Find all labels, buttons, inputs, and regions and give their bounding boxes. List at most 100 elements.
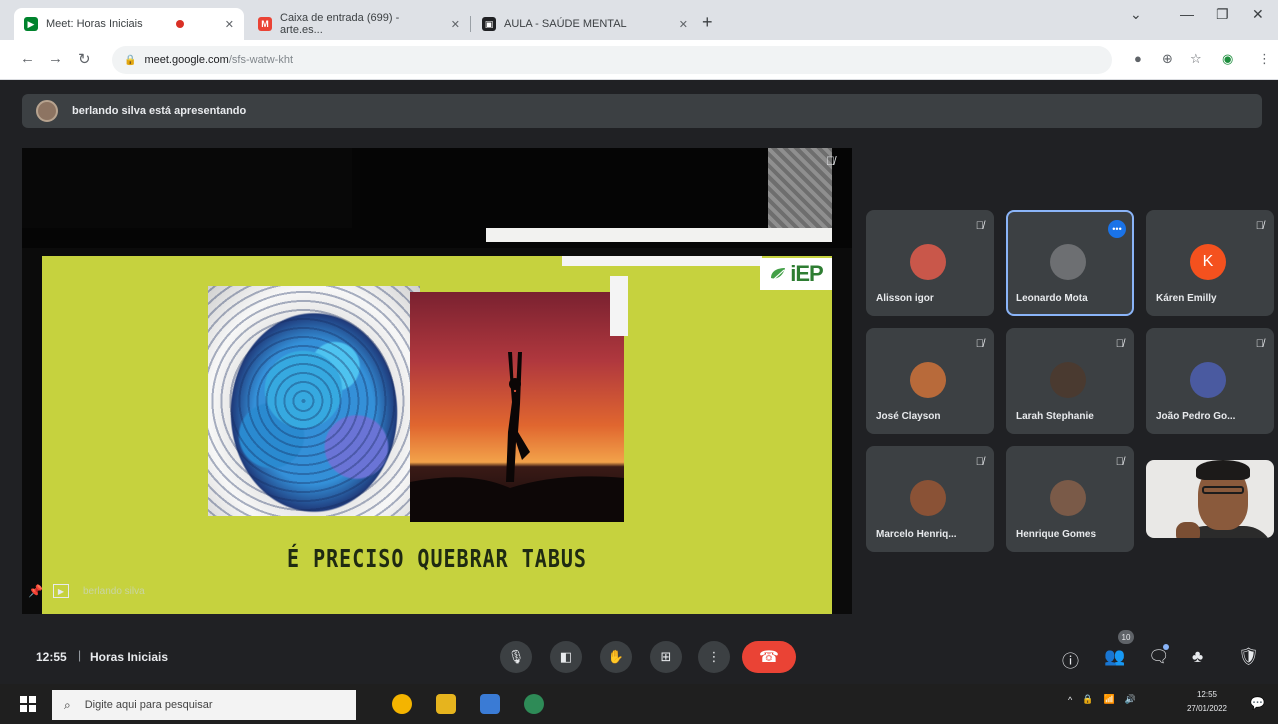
store-app-icon[interactable] <box>480 694 500 714</box>
mic-muted-icon: 🎙̸ <box>1255 220 1264 232</box>
address-bar[interactable]: 🔒 meet.google.com/sfs-watw-kht <box>112 46 1112 74</box>
close-window-icon[interactable]: ✕ <box>1252 6 1264 23</box>
raise-hand-icon: ✋ <box>607 649 625 664</box>
close-tab-icon[interactable]: ✕ <box>217 18 234 31</box>
iep-logo: iEP <box>760 258 832 290</box>
taskbar-clock[interactable]: 12:55 27/01/2022 <box>1176 688 1238 716</box>
taskbar-clock-time: 12:55 <box>1196 690 1218 699</box>
close-tab-icon[interactable]: ✕ <box>443 18 460 31</box>
raise-hand-button[interactable]: ✋ <box>600 641 632 673</box>
present-now-button[interactable]: ⊞ <box>650 641 682 673</box>
restore-icon[interactable]: ❐ <box>1216 6 1229 23</box>
taskbar-clock-date: 27/01/2022 <box>1186 704 1228 713</box>
meeting-name: Horas Iniciais <box>90 650 169 664</box>
participant-name: Larah Stephanie <box>1016 411 1094 422</box>
tab-title: AULA - SAÚDE MENTAL <box>504 18 627 30</box>
back-arrow-icon[interactable]: ← <box>20 50 35 67</box>
bookmark-star-icon[interactable]: ☆ <box>1190 51 1202 67</box>
windows-taskbar: ⌕ Digite aqui para pesquisar ^ 🔒 📶 🔊 12:… <box>0 684 1278 724</box>
gears-head-image <box>208 286 420 516</box>
participant-name: Marcelo Henriq... <box>876 529 957 540</box>
chrome-app-icon[interactable] <box>392 694 412 714</box>
tab-search-chevron-icon[interactable]: ⌄ <box>1130 6 1142 23</box>
tab-gmail[interactable]: M Caixa de entrada (699) - arte.es... ✕ <box>248 8 470 40</box>
tray-volume-icon[interactable]: 🔊 <box>1125 694 1136 705</box>
reload-icon[interactable]: ↻ <box>78 50 91 68</box>
slide: iEP É PRECISO QUEBRAR TABUS <box>42 256 832 614</box>
tab-classroom[interactable]: ▣ AULA - SAÚDE MENTAL ✕ <box>472 8 698 40</box>
participant-tile[interactable]: 🎙̸ João Pedro Go... <box>1146 328 1274 434</box>
participant-tile[interactable]: ••• Leonardo Mota <box>1006 210 1134 316</box>
more-options-button[interactable]: ⋮ <box>698 641 730 673</box>
meet-favicon-icon: ▶ <box>24 17 38 31</box>
taskbar-search-placeholder: Digite aqui para pesquisar <box>84 699 213 711</box>
people-count-badge: 10 <box>1118 630 1134 644</box>
presenter-tag: 📌 ▶ berlando silva <box>28 584 145 598</box>
notifications-icon[interactable]: 💬 <box>1250 696 1265 710</box>
tab-meet[interactable]: ▶ Meet: Horas Iniciais ✕ <box>14 8 244 40</box>
system-tray: ^ 🔒 📶 🔊 <box>1068 694 1146 705</box>
install-app-icon[interactable]: ⊕ <box>1162 51 1173 67</box>
avatar <box>910 244 946 280</box>
speaking-indicator-icon: ••• <box>1108 220 1126 238</box>
profile-avatar-icon[interactable]: ◉ <box>1222 51 1233 67</box>
presenter-banner: berlando silva está apresentando <box>22 94 1262 128</box>
minimize-icon[interactable]: — <box>1180 6 1194 22</box>
participant-tile[interactable]: 🎙̸ Larah Stephanie <box>1006 328 1134 434</box>
participant-name: Káren Emilly <box>1156 293 1217 304</box>
participant-name: João Pedro Go... <box>1156 411 1236 422</box>
avatar <box>910 362 946 398</box>
microphone-icon: 🎙 <box>507 649 525 664</box>
tab-title: Caixa de entrada (699) - arte.es... <box>280 12 400 36</box>
slide-torn-paper <box>486 228 832 242</box>
slide-torn-edge <box>610 276 628 336</box>
avatar <box>1050 362 1086 398</box>
close-tab-icon[interactable]: ✕ <box>671 18 688 31</box>
meeting-details-icon[interactable]: ⓘ <box>1062 647 1079 672</box>
camera-button[interactable]: ◧ <box>550 641 582 673</box>
avatar <box>1050 480 1086 516</box>
people-icon[interactable]: 👥 <box>1104 647 1125 667</box>
participant-tile[interactable]: 🎙̸ Marcelo Henriq... <box>866 446 994 552</box>
camera-person-hair <box>1196 460 1250 480</box>
participant-tile[interactable]: 🎙̸ Alisson igor <box>866 210 994 316</box>
gmail-favicon-icon: M <box>258 17 272 31</box>
file-explorer-icon[interactable] <box>436 694 456 714</box>
iep-leaf-icon <box>771 268 786 281</box>
windows-start-icon[interactable] <box>20 696 36 712</box>
url-host: meet.google.com <box>144 54 229 66</box>
tray-network-icon[interactable]: 📶 <box>1103 694 1114 705</box>
avatar <box>910 480 946 516</box>
chrome-profile-app-icon[interactable] <box>524 694 544 714</box>
new-tab-icon[interactable]: + <box>702 12 713 33</box>
present-screen-icon: ⊞ <box>660 649 672 664</box>
mic-muted-icon: 🎙̸ <box>1255 338 1264 350</box>
camera-in-use-icon[interactable]: ● <box>1134 51 1142 66</box>
self-camera-tile[interactable] <box>1146 460 1274 538</box>
host-controls-icon[interactable]: 🛡 <box>1238 647 1260 667</box>
participant-name: José Clayson <box>876 411 941 422</box>
tab-title: Meet: Horas Iniciais <box>46 18 143 30</box>
browser-menu-icon[interactable]: ⋮ <box>1258 51 1271 67</box>
avatar <box>1190 362 1226 398</box>
camera-person-glasses <box>1202 486 1244 494</box>
pin-icon[interactable]: 📌 <box>28 584 43 598</box>
participant-tile[interactable]: 🎙̸ K Káren Emilly <box>1146 210 1274 316</box>
participant-tile[interactable]: 🎙̸ José Clayson <box>866 328 994 434</box>
presentation-stage[interactable]: 🎙̸ iEP É PRECISO QUEBRAR TABUS 📌 ▶ berla… <box>22 148 852 614</box>
tray-expand-icon[interactable]: ^ <box>1068 695 1072 705</box>
leave-call-button[interactable]: ☎ <box>742 641 796 673</box>
forward-arrow-icon[interactable]: → <box>48 50 63 67</box>
presentation-icon: ▶ <box>52 584 69 598</box>
participant-tile[interactable]: 🎙̸ Henrique Gomes <box>1006 446 1134 552</box>
browser-toolbar: ← → ↻ 🔒 meet.google.com/sfs-watw-kht ● ⊕… <box>0 40 1278 80</box>
mic-muted-icon: 🎙̸ <box>1115 456 1124 468</box>
microphone-button[interactable]: 🎙 <box>500 641 532 673</box>
tray-app-icon[interactable]: 🔒 <box>1082 694 1093 705</box>
mic-muted-icon: 🎙̸ <box>975 220 984 232</box>
iep-logo-text: iEP <box>790 261 823 286</box>
presenter-banner-text: berlando silva está apresentando <box>72 105 247 117</box>
activities-icon[interactable]: ♣ <box>1192 647 1203 667</box>
chat-icon[interactable]: 🗨 <box>1148 647 1170 667</box>
taskbar-search-input[interactable]: ⌕ Digite aqui para pesquisar <box>52 690 356 720</box>
